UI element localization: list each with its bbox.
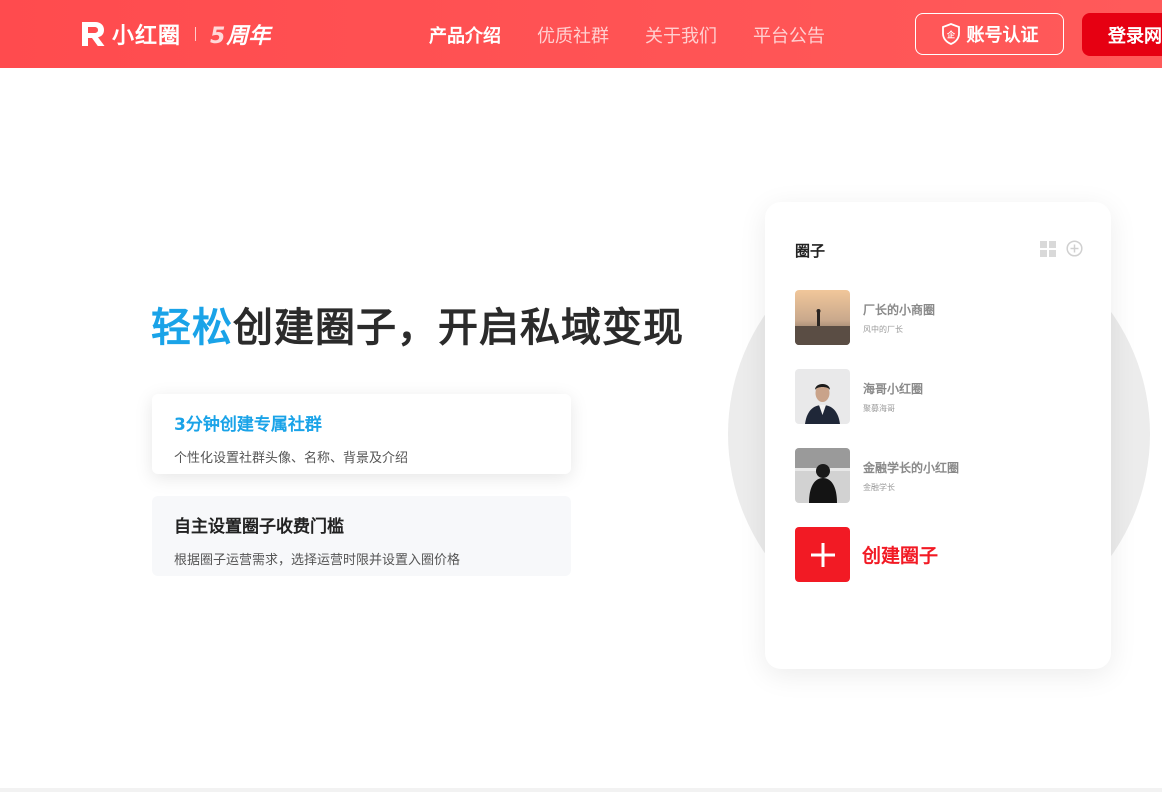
anniversary-badge: 5周年 bbox=[210, 18, 270, 50]
login-button[interactable]: 登录网 bbox=[1082, 13, 1162, 56]
circle-thumbnail bbox=[795, 448, 850, 503]
nav-announcements[interactable]: 平台公告 bbox=[753, 22, 825, 48]
section-divider bbox=[0, 788, 1162, 792]
main-nav: 产品介绍 优质社群 关于我们 平台公告 bbox=[429, 22, 825, 48]
top-header: 小红圈 5周年 产品介绍 优质社群 关于我们 平台公告 企 账号认证 登录网 bbox=[0, 0, 1162, 68]
circle-name: 金融学长的小红圈 bbox=[863, 460, 960, 475]
plus-circle-icon[interactable] bbox=[1066, 240, 1083, 257]
hero-headline-rest: 创建圈子，开启私域变现 bbox=[233, 305, 684, 351]
svg-text:企: 企 bbox=[946, 30, 956, 40]
logo-r-icon bbox=[82, 22, 105, 46]
plus-icon bbox=[810, 542, 835, 567]
nav-about-us[interactable]: 关于我们 bbox=[645, 22, 717, 48]
feature-card-pricing[interactable]: 自主设置圈子收费门槛 根据圈子运营需求，选择运营时限并设置入圈价格 bbox=[152, 496, 571, 576]
card-title: 圈子 bbox=[795, 242, 826, 260]
hero-headline: 轻松创建圈子，开启私域变现 bbox=[151, 295, 684, 353]
logo-divider bbox=[195, 27, 197, 41]
nav-product-intro[interactable]: 产品介绍 bbox=[429, 22, 501, 48]
nav-quality-communities[interactable]: 优质社群 bbox=[537, 22, 609, 48]
circle-thumbnail bbox=[795, 369, 850, 424]
create-box bbox=[795, 527, 850, 582]
circles-card: 圈子 厂长的小商圈 风中的厂长 海哥小红圈 聚募海哥 金融学长的小红圈 金融学长… bbox=[765, 202, 1111, 669]
feature-desc: 个性化设置社群头像、名称、背景及介绍 bbox=[174, 451, 409, 466]
circle-name: 海哥小红圈 bbox=[863, 381, 924, 396]
login-label: 登录网 bbox=[1108, 25, 1162, 47]
account-verify-button[interactable]: 企 账号认证 bbox=[915, 13, 1064, 55]
feature-title: 自主设置圈子收费门槛 bbox=[174, 517, 344, 537]
create-circle-label: 创建圈子 bbox=[862, 545, 939, 567]
account-verify-label: 账号认证 bbox=[966, 25, 1039, 46]
create-circle-button[interactable]: 创建圈子 bbox=[795, 527, 938, 582]
feature-desc: 根据圈子运营需求，选择运营时限并设置入圈价格 bbox=[174, 553, 461, 568]
circle-list-item[interactable]: 海哥小红圈 聚募海哥 bbox=[795, 369, 923, 424]
grid-icon[interactable] bbox=[1040, 240, 1056, 257]
circle-list-item[interactable]: 厂长的小商圈 风中的厂长 bbox=[795, 290, 935, 345]
circle-owner: 金融学长 bbox=[863, 482, 895, 492]
circle-name: 厂长的小商圈 bbox=[863, 302, 936, 317]
feature-title: 3分钟创建专属社群 bbox=[174, 415, 322, 435]
circle-owner: 聚募海哥 bbox=[863, 403, 895, 413]
circle-thumbnail bbox=[795, 290, 850, 345]
hero-headline-accent: 轻松 bbox=[151, 305, 233, 351]
logo-text: 小红圈 bbox=[112, 24, 182, 49]
feature-card-quick-create[interactable]: 3分钟创建专属社群 个性化设置社群头像、名称、背景及介绍 bbox=[152, 394, 571, 474]
shield-icon: 企 bbox=[941, 23, 960, 45]
anniversary-text: 周年 bbox=[226, 24, 271, 49]
anniversary-number: 5 bbox=[210, 24, 226, 49]
circle-owner: 风中的厂长 bbox=[863, 324, 903, 334]
brand-logo[interactable]: 小红圈 5周年 bbox=[80, 18, 270, 50]
circle-list-item[interactable]: 金融学长的小红圈 金融学长 bbox=[795, 448, 959, 503]
card-toolbar bbox=[1040, 240, 1083, 257]
